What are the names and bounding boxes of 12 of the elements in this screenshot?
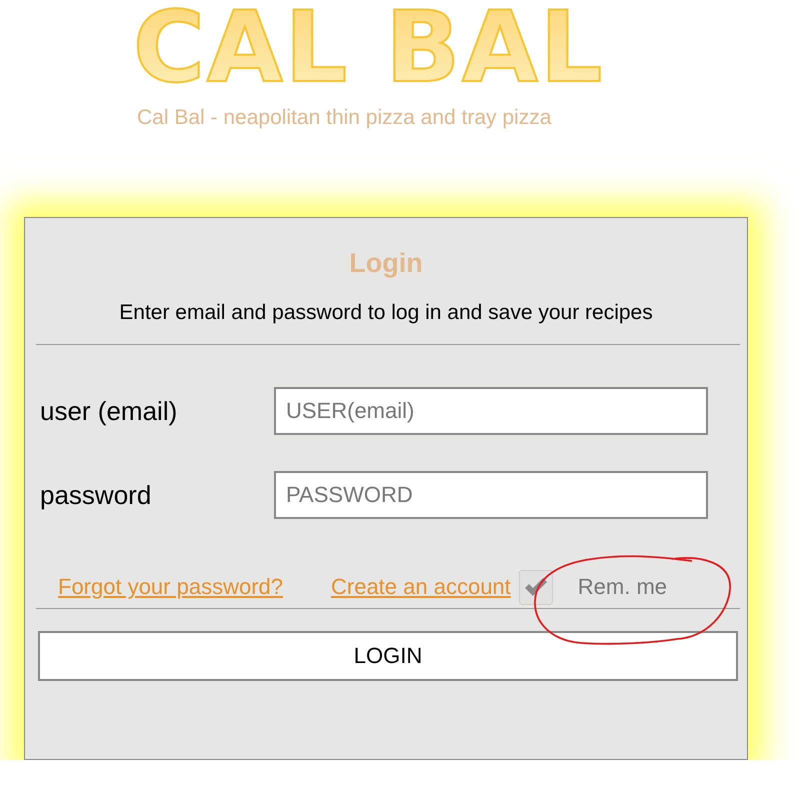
tagline: Cal Bal - neapolitan thin pizza and tray pizza	[137, 106, 552, 130]
field-label: user (email)	[40, 396, 178, 426]
login-button[interactable]: LOGIN	[38, 631, 738, 681]
check-icon	[524, 577, 548, 597]
email-field[interactable]: USER(email)	[274, 387, 708, 435]
remember-label: Rem. me	[578, 574, 668, 600]
login-title: Login	[348, 248, 424, 279]
password-field[interactable]: PASSWORD	[274, 471, 708, 519]
create-account-link[interactable]: Create an account	[331, 574, 511, 600]
field-label: password	[40, 480, 152, 510]
forgot-password-link[interactable]: Forgot your password?	[58, 574, 283, 600]
login-subtitle: Enter email and password to log in and save your recipes	[118, 301, 654, 325]
